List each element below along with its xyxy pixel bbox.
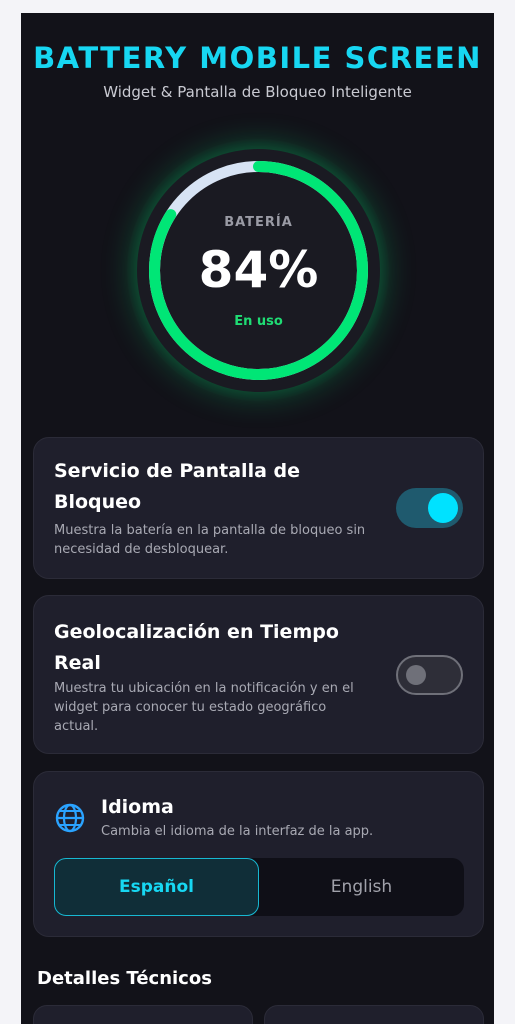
- lock-service-title: Servicio de Pantalla de Bloqueo: [54, 460, 300, 513]
- app-screen: BATTERY MOBILE SCREEN Widget & Pantalla …: [21, 13, 494, 1024]
- app-subtitle: Widget & Pantalla de Bloqueo Inteligente: [103, 83, 412, 101]
- language-option-spanish[interactable]: Español: [54, 858, 259, 916]
- toggle-knob: [428, 493, 458, 523]
- language-title: Idioma: [101, 796, 174, 818]
- toggle-knob: [406, 665, 426, 685]
- lock-service-card: Servicio de Pantalla de Bloqueo Muestra …: [33, 437, 484, 579]
- technical-details-title: Detalles Técnicos: [37, 968, 212, 989]
- battery-status: En uso: [234, 314, 283, 329]
- battery-percent: 84%: [198, 241, 319, 299]
- language-description: Cambia el idioma de la interfaz de la ap…: [101, 824, 374, 839]
- language-card: Idioma Cambia el idioma de la interfaz d…: [33, 771, 484, 937]
- geolocation-title: Geolocalización en Tiempo Real: [54, 621, 339, 674]
- globe-icon: [55, 803, 85, 833]
- battery-label: BATERÍA: [224, 215, 293, 230]
- technical-card: [264, 1005, 484, 1024]
- language-selector: Español English: [54, 858, 464, 916]
- geolocation-card: Geolocalización en Tiempo Real Muestra t…: [33, 595, 484, 754]
- lock-service-toggle[interactable]: [396, 488, 463, 528]
- app-title: BATTERY MOBILE SCREEN: [33, 41, 482, 75]
- lock-service-description: Muestra la batería en la pantalla de blo…: [54, 523, 366, 557]
- language-option-english[interactable]: English: [259, 858, 464, 916]
- technical-card: [33, 1005, 253, 1024]
- geolocation-toggle[interactable]: [396, 655, 463, 695]
- geolocation-description: Muestra tu ubicación en la notificación …: [54, 681, 354, 734]
